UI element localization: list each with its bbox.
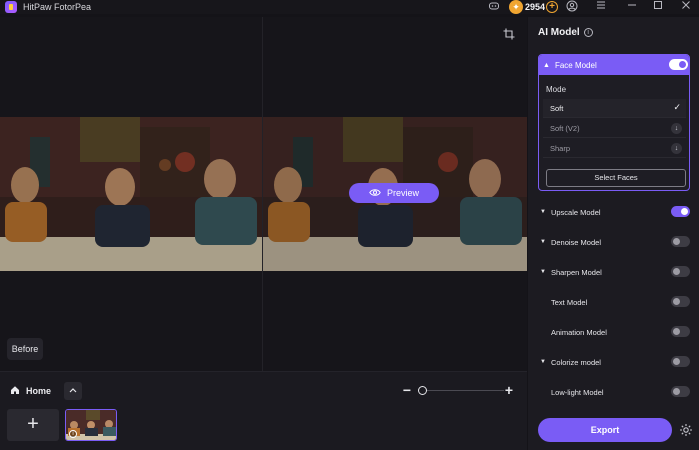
preview-button[interactable]: Preview <box>349 183 439 203</box>
model-label: Sharpen Model <box>550 267 602 277</box>
mode-option-sharp[interactable]: Sharp ↓ <box>543 139 686 158</box>
model-row-animation[interactable]: Animation Model <box>540 325 690 339</box>
model-label: Low-light Model <box>551 387 604 397</box>
zoom-slider-handle[interactable] <box>418 386 427 395</box>
face-model-card: ▲ Face Model Mode Soft ✓ Soft (V2) ↓ Sha… <box>538 54 690 191</box>
download-icon[interactable]: ↓ <box>671 143 682 154</box>
home-icon <box>10 385 20 397</box>
before-image <box>0 117 262 271</box>
colorize-model-toggle[interactable] <box>671 356 690 367</box>
menu-icon[interactable] <box>594 0 608 14</box>
mode-option-soft[interactable]: Soft ✓ <box>543 99 686 118</box>
model-row-sharpen[interactable]: ▼ Sharpen Model <box>540 265 690 279</box>
face-model-toggle[interactable] <box>669 59 688 70</box>
caret-down-icon: ▼ <box>540 239 546 245</box>
select-faces-button[interactable]: Select Faces <box>546 169 686 187</box>
eye-icon <box>369 188 381 199</box>
app-title: HitPaw FotorPea <box>23 2 92 12</box>
bottom-bar: Home − + + i <box>0 371 527 450</box>
animation-model-toggle[interactable] <box>671 326 690 337</box>
model-label: Text Model <box>551 297 588 307</box>
caret-down-icon: ▼ <box>540 359 546 365</box>
download-icon[interactable]: ↓ <box>671 123 682 134</box>
crop-icon[interactable] <box>503 28 517 42</box>
caret-down-icon: ▼ <box>540 269 546 275</box>
sharpen-model-toggle[interactable] <box>671 266 690 277</box>
before-button[interactable]: Before <box>7 338 43 360</box>
caret-up-icon: ▲ <box>543 61 550 69</box>
app-logo-icon <box>5 1 17 13</box>
mode-option-label: Soft (V2) <box>550 123 580 133</box>
ai-model-panel: AI Model i ▲ Face Model Mode Soft ✓ Soft… <box>528 17 699 450</box>
discord-icon[interactable] <box>487 0 501 14</box>
text-model-toggle[interactable] <box>671 296 690 307</box>
maximize-icon[interactable] <box>651 0 665 14</box>
collapse-button[interactable] <box>64 382 82 400</box>
export-button[interactable]: Export <box>538 418 672 442</box>
account-icon[interactable] <box>565 0 579 14</box>
mode-option-label: Soft <box>550 103 564 113</box>
close-icon[interactable] <box>679 0 693 14</box>
add-coins-button[interactable]: + <box>546 1 558 13</box>
panel-title-text: AI Model <box>538 27 580 38</box>
zoom-in-button[interactable]: + <box>504 383 514 397</box>
mode-option-label: Sharp <box>550 143 571 153</box>
mode-option-soft-v2[interactable]: Soft (V2) ↓ <box>543 119 686 138</box>
image-canvas[interactable]: Preview Before <box>0 17 527 371</box>
model-label: Animation Model <box>551 327 607 337</box>
model-label: Denoise Model <box>550 237 601 247</box>
title-bar: HitPaw FotorPea ✦ 2954 + <box>0 0 699 14</box>
upscale-model-toggle[interactable] <box>671 206 690 217</box>
home-label: Home <box>26 386 52 396</box>
info-icon[interactable]: i <box>69 430 77 438</box>
caret-down-icon: ▼ <box>540 209 546 215</box>
mode-label: Mode <box>546 85 567 94</box>
image-thumbnail[interactable]: i <box>65 409 117 441</box>
preview-label: Preview <box>386 188 419 198</box>
face-model-label: Face Model <box>554 60 597 70</box>
zoom-out-button[interactable]: − <box>402 383 412 397</box>
minimize-icon[interactable] <box>625 0 639 14</box>
panel-title: AI Model i <box>538 27 593 38</box>
model-row-colorize[interactable]: ▼ Colorize model <box>540 355 690 369</box>
low-light-model-toggle[interactable] <box>671 386 690 397</box>
model-label: Colorize model <box>550 357 601 367</box>
gear-icon[interactable] <box>679 423 693 437</box>
add-image-button[interactable]: + <box>7 409 59 441</box>
model-row-denoise[interactable]: ▼ Denoise Model <box>540 235 690 249</box>
checkmark-icon: ✓ <box>673 102 681 112</box>
model-label: Upscale Model <box>550 207 601 217</box>
info-icon[interactable]: i <box>583 28 593 37</box>
model-row-upscale[interactable]: ▼ Upscale Model <box>540 205 690 219</box>
face-model-header[interactable]: ▲ Face Model <box>539 55 689 75</box>
coin-count: 2954 <box>525 2 546 12</box>
model-row-text[interactable]: Text Model <box>540 295 690 309</box>
denoise-model-toggle[interactable] <box>671 236 690 247</box>
coin-icon: ✦ <box>509 0 523 14</box>
chevron-up-icon <box>69 385 77 396</box>
model-row-low-light[interactable]: Low-light Model <box>540 385 690 399</box>
zoom-slider-track[interactable] <box>418 390 504 391</box>
home-button[interactable]: Home <box>10 385 51 397</box>
